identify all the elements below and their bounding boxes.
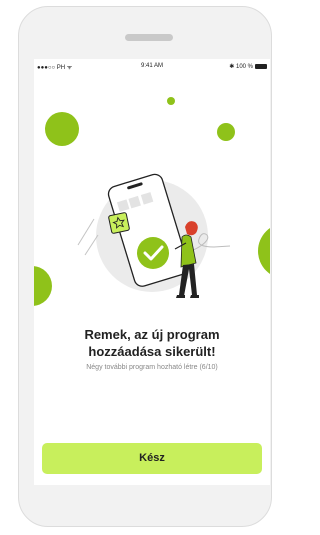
person-shoe-left (176, 295, 185, 298)
star-card (108, 212, 130, 234)
motion-line-left-2 (84, 234, 99, 256)
headline-line-2: hozzáadása sikerült! (88, 344, 216, 359)
decor-circle-right (258, 228, 270, 274)
decor-circle-top (167, 97, 175, 105)
program-count-text: Négy további program hozható létre (6/10… (86, 364, 218, 371)
decor-circle-large (45, 112, 79, 146)
decor-circle-left (34, 266, 52, 306)
decor-circle-small (217, 123, 235, 141)
done-button[interactable]: Kész (42, 443, 262, 474)
person-shoe-right (190, 295, 199, 298)
app-screen: ●●●○○ PH ᯤ 9:41 AM ✱ 100 % Remek, az új … (34, 59, 270, 485)
phone-speaker (125, 34, 173, 41)
motion-line-left (77, 218, 95, 246)
check-badge (137, 237, 169, 269)
success-headline: Remek, az új program hozzáadása sikerült… (34, 326, 270, 360)
headline-line-1: Remek, az új program (84, 327, 220, 342)
phone-frame: ●●●○○ PH ᯤ 9:41 AM ✱ 100 % Remek, az új … (18, 6, 272, 527)
success-illustration (34, 97, 270, 306)
